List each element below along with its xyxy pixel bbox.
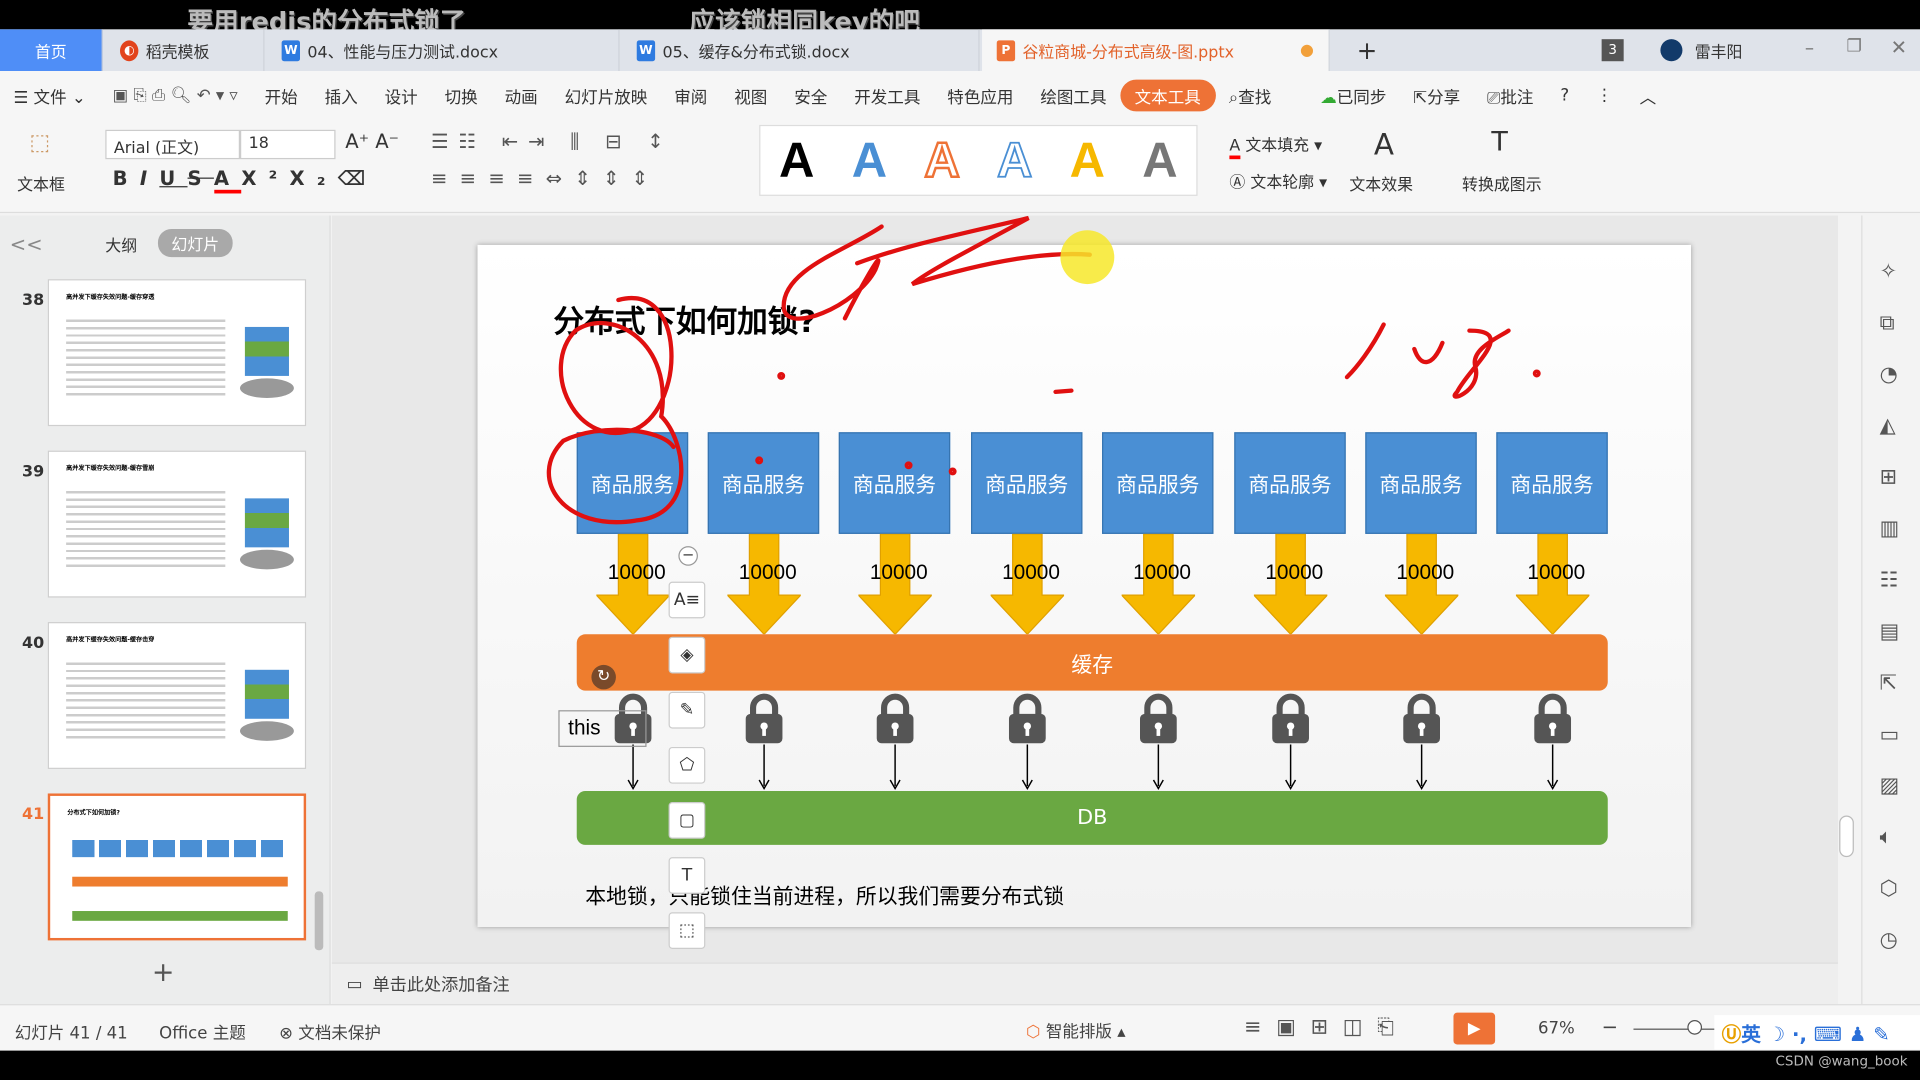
- ink-annotations: [546, 215, 1541, 525]
- protect-label: 文档未保护: [298, 1023, 381, 1044]
- video-bottom-bar: [0, 1050, 1920, 1080]
- settings-sliders-icon[interactable]: ☷: [1880, 568, 1899, 592]
- ink-stroke: [1053, 388, 1074, 394]
- chart-icon[interactable]: ▥: [1880, 517, 1900, 541]
- view-mode-icons[interactable]: ≡▣⊞◫⎗: [1244, 1015, 1408, 1039]
- laser-pointer: [1060, 230, 1115, 285]
- ink-dot: [1532, 369, 1541, 378]
- audio-icon[interactable]: 🔈︎: [1880, 825, 1892, 849]
- slide-counter: 幻灯片 41 / 41: [14, 1023, 128, 1044]
- protect-status[interactable]: ⊗ 文档未保护: [279, 1019, 381, 1044]
- notes-icon: ▭: [346, 974, 363, 994]
- theme-name[interactable]: Office 主题: [159, 1019, 246, 1044]
- zoom-out-button[interactable]: −: [1602, 1015, 1618, 1038]
- notes-area[interactable]: ▭ 单击此处添加备注: [331, 962, 1838, 1005]
- ime-toolbar[interactable]: Ⓤ英 ☽ ·, ⌨ ♟ ✎: [1714, 1015, 1920, 1050]
- archive-icon[interactable]: ▭: [1880, 722, 1900, 746]
- ink-dot: [755, 456, 764, 465]
- shield-icon: ⊗: [279, 1023, 294, 1044]
- grid-icon[interactable]: ⊞: [1880, 465, 1897, 489]
- shield-icon[interactable]: ⬡: [1880, 877, 1898, 901]
- ink-stroke: [546, 296, 684, 525]
- picture-icon[interactable]: ▨: [1880, 774, 1900, 798]
- ink-dot: [948, 467, 957, 476]
- ime-logo-icon: Ⓤ: [1721, 1022, 1742, 1046]
- ime-mode: 英: [1741, 1022, 1761, 1046]
- smart-layout-icon: ⬡: [1026, 1022, 1041, 1043]
- ink-dot: [777, 371, 786, 380]
- shape-icon[interactable]: ◔: [1880, 362, 1898, 386]
- watermark: CSDN @wang_book: [1775, 1053, 1908, 1069]
- zoom-slider-handle[interactable]: [1687, 1020, 1703, 1035]
- zoom-slider[interactable]: [1633, 1028, 1720, 1030]
- image-icon[interactable]: ▤: [1880, 620, 1900, 644]
- ink-stroke: [1344, 322, 1511, 399]
- canvas-scrollbar[interactable]: [1839, 815, 1854, 858]
- smart-layout-button[interactable]: ⬡ 智能排版 ▴: [1026, 1018, 1125, 1042]
- history-icon[interactable]: ◷: [1880, 928, 1898, 952]
- copy-icon[interactable]: ⧉: [1880, 311, 1895, 335]
- right-sidebar: ✧ ⧉ ◔ ◭ ⊞ ▥ ☷ ▤ ⇱ ▭ ▨ 🔈︎ ⬡ ◷: [1861, 215, 1920, 1005]
- ink-dot: [904, 461, 913, 470]
- ink-stroke: [781, 215, 1092, 321]
- play-slideshow-button[interactable]: ▶: [1453, 1012, 1496, 1045]
- export-icon[interactable]: ⇱: [1880, 671, 1897, 695]
- status-bar: 幻灯片 41 / 41 Office 主题 ⊗ 文档未保护 ⬡ 智能排版 ▴ ≡…: [0, 1004, 1920, 1051]
- zoom-select[interactable]: 67%: [1538, 1019, 1575, 1039]
- fill-icon[interactable]: ◭: [1880, 414, 1896, 438]
- magic-icon[interactable]: ✧: [1880, 260, 1897, 284]
- smart-layout-label: 智能排版: [1045, 1022, 1112, 1043]
- notes-placeholder: 单击此处添加备注: [372, 975, 510, 995]
